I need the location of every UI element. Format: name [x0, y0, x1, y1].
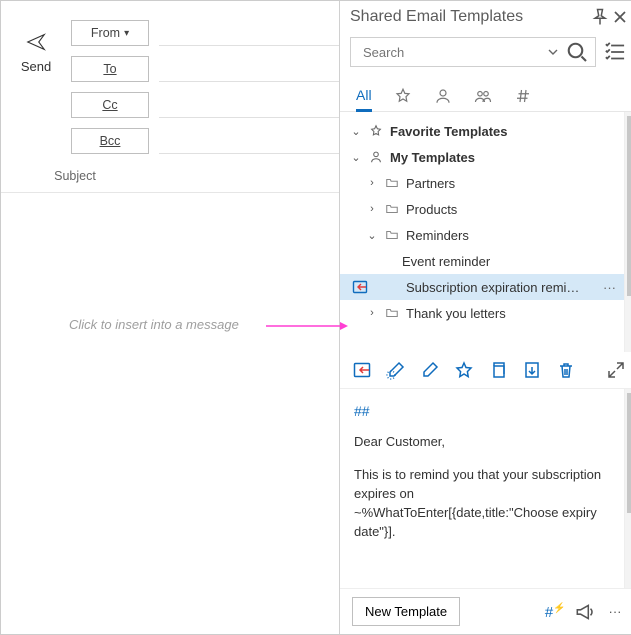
folder-icon [384, 202, 400, 216]
tab-hash[interactable] [514, 81, 532, 111]
folder-icon [384, 176, 400, 190]
insert-template-icon[interactable] [350, 278, 370, 296]
close-icon[interactable] [610, 7, 630, 27]
bcc-button[interactable]: Bcc [71, 128, 149, 154]
to-button[interactable]: To [71, 56, 149, 82]
preview-greeting: Dear Customer, [354, 433, 610, 452]
template-toolbar [340, 352, 631, 389]
edit-html-icon[interactable] [386, 360, 406, 380]
star-icon [368, 124, 384, 138]
send-label: Send [21, 59, 51, 74]
search-box [350, 37, 596, 67]
tab-personal[interactable] [434, 81, 452, 111]
tree-event-reminder[interactable]: Event reminder [340, 248, 624, 274]
settings-list-icon[interactable] [602, 37, 628, 67]
chevron-right-icon: › [366, 203, 378, 215]
chevron-down-icon: ▾ [124, 28, 129, 39]
insert-callout: Click to insert into a message [69, 317, 239, 332]
announce-icon[interactable] [574, 601, 596, 623]
pin-icon[interactable] [590, 7, 610, 27]
tree-favorite-templates[interactable]: ⌄ Favorite Templates [340, 118, 624, 144]
preview-heading: ## [354, 401, 610, 421]
export-icon[interactable] [522, 360, 542, 380]
chevron-down-icon: ⌄ [350, 151, 362, 164]
tree-scrollbar[interactable] [624, 112, 631, 352]
tab-all[interactable]: All [356, 82, 372, 112]
expand-icon[interactable] [606, 360, 626, 380]
cc-button[interactable]: Cc [71, 92, 149, 118]
preview-scrollbar[interactable] [624, 389, 631, 588]
search-icon[interactable] [565, 40, 589, 64]
cc-field[interactable] [159, 92, 339, 118]
folder-icon [384, 306, 400, 320]
chevron-right-icon: › [366, 177, 378, 189]
callout-arrow [266, 325, 348, 327]
chevron-down-icon: ⌄ [350, 125, 362, 138]
search-input[interactable] [361, 44, 541, 61]
template-tree: ⌄ Favorite Templates ⌄ My Templates › [340, 112, 624, 352]
tree-products[interactable]: › Products [340, 196, 624, 222]
chevron-right-icon: › [366, 307, 378, 319]
subject-field[interactable] [149, 167, 329, 184]
tab-favorites[interactable] [394, 81, 412, 111]
tree-partners[interactable]: › Partners [340, 170, 624, 196]
templates-panel: Shared Email Templates [339, 1, 631, 634]
chevron-down-icon: ⌄ [366, 229, 378, 242]
tree-reminders[interactable]: ⌄ Reminders [340, 222, 624, 248]
delete-icon[interactable] [556, 360, 576, 380]
tree-thank-you[interactable]: › Thank you letters [340, 300, 624, 326]
panel-title: Shared Email Templates [350, 8, 590, 26]
insert-icon[interactable] [352, 360, 372, 380]
to-field[interactable] [159, 56, 339, 82]
scroll-thumb[interactable] [627, 393, 631, 513]
message-body[interactable]: Click to insert into a message [1, 193, 339, 634]
preview-body: This is to remind you that your subscrip… [354, 466, 610, 541]
favorite-icon[interactable] [454, 360, 474, 380]
from-field[interactable] [159, 20, 339, 46]
tab-team[interactable] [474, 81, 492, 111]
edit-icon[interactable] [420, 360, 440, 380]
tree-subscription-reminder[interactable]: Subscription expiration remi… ··· [340, 274, 624, 300]
template-preview: ## Dear Customer, This is to remind you … [340, 389, 624, 588]
send-button[interactable]: Send [21, 31, 51, 74]
item-more-icon[interactable]: ··· [595, 280, 624, 295]
copy-icon[interactable] [488, 360, 508, 380]
person-icon [368, 150, 384, 164]
hash-macro-icon[interactable]: #⚡ [544, 601, 566, 623]
new-template-button[interactable]: New Template [352, 597, 460, 626]
from-button[interactable]: From ▾ [71, 20, 149, 46]
compose-pane: Send From ▾ To [1, 1, 339, 634]
subject-label: Subject [1, 169, 149, 183]
tree-my-templates[interactable]: ⌄ My Templates [340, 144, 624, 170]
more-icon[interactable]: ··· [604, 601, 626, 623]
folder-icon [384, 228, 400, 242]
scroll-thumb[interactable] [627, 116, 631, 296]
bcc-field[interactable] [159, 128, 339, 154]
chevron-down-icon[interactable] [541, 40, 565, 64]
